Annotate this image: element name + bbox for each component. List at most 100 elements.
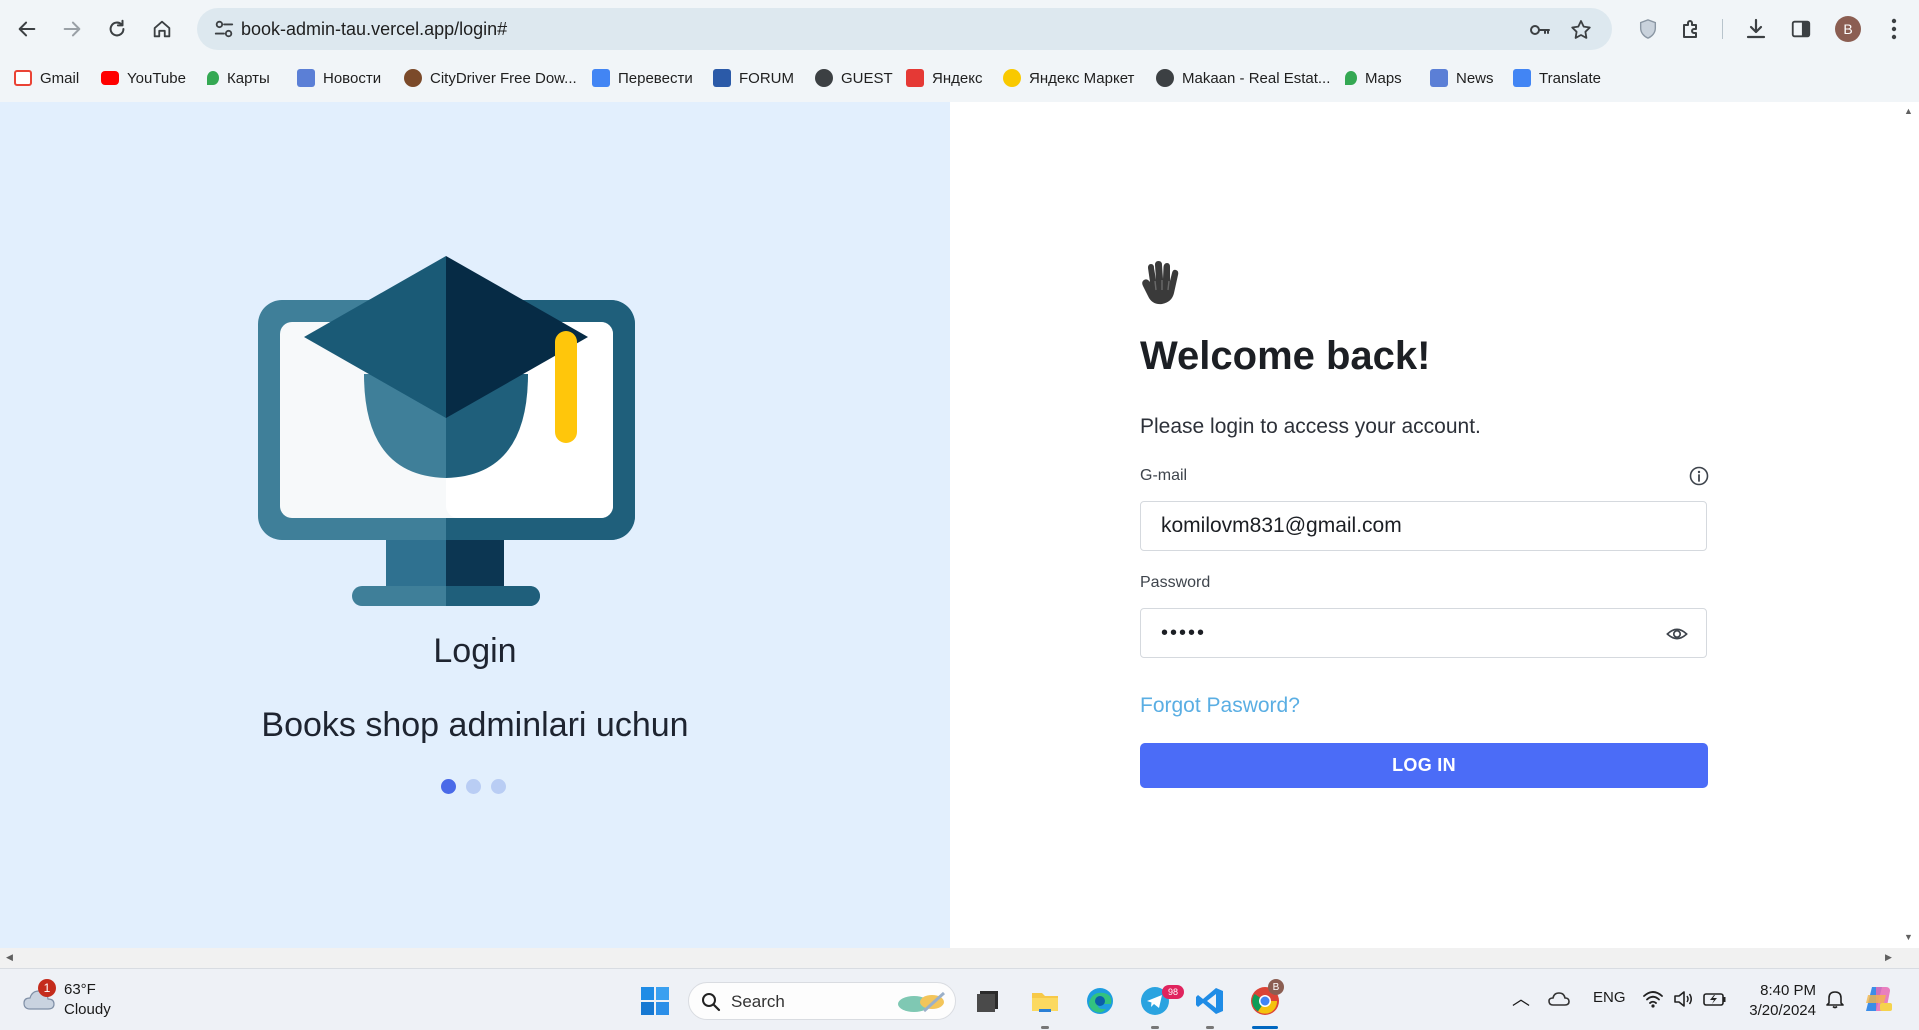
login-button[interactable]: LOG IN bbox=[1140, 743, 1708, 788]
maps-pin-icon bbox=[1345, 71, 1357, 85]
chrome-profile-badge: B bbox=[1268, 979, 1284, 995]
news-icon bbox=[1430, 69, 1448, 87]
waving-hand-icon bbox=[1142, 261, 1179, 305]
windows-taskbar: 1 63°F Cloudy Search B ︿ ENG 8:40 PM 3/2… bbox=[0, 968, 1919, 1030]
bookmark-karty[interactable]: Карты bbox=[207, 66, 270, 90]
vertical-scrollbar[interactable]: ▲ ▼ bbox=[1899, 102, 1919, 948]
password-field[interactable]: ••••• bbox=[1140, 608, 1707, 658]
weather-condition: Cloudy bbox=[64, 1001, 111, 1018]
forum-icon bbox=[713, 69, 731, 87]
bookmark-citydriver[interactable]: CityDriver Free Dow... bbox=[404, 66, 577, 90]
bookmark-gmail[interactable]: Gmail bbox=[14, 66, 79, 90]
scroll-up-icon[interactable]: ▲ bbox=[1904, 106, 1913, 116]
bookmark-star-icon[interactable] bbox=[1569, 18, 1593, 42]
tray-chevron-up-icon[interactable]: ︿ bbox=[1512, 985, 1530, 1011]
bookmark-makaan[interactable]: Makaan - Real Estat... bbox=[1156, 66, 1330, 90]
battery-charging-icon[interactable] bbox=[1703, 991, 1727, 1007]
windows-start-icon[interactable] bbox=[640, 986, 670, 1016]
bookmark-maps[interactable]: Maps bbox=[1345, 66, 1402, 90]
address-bar[interactable]: book-admin-tau.vercel.app/login# bbox=[197, 8, 1612, 50]
citydriver-icon bbox=[404, 69, 422, 87]
shield-icon bbox=[1639, 19, 1657, 39]
email-label: G-mail bbox=[1140, 467, 1188, 484]
bookmark-forum[interactable]: FORUM bbox=[713, 66, 794, 90]
login-form-panel: Welcome back! Please login to access you… bbox=[950, 102, 1899, 948]
intro-panel: Login Books shop adminlari uchun bbox=[0, 102, 950, 948]
extensions-button[interactable] bbox=[1677, 15, 1705, 43]
yandex-market-icon bbox=[1003, 69, 1021, 87]
reload-button[interactable] bbox=[99, 11, 135, 47]
carousel-dot-1[interactable] bbox=[441, 779, 456, 794]
email-field[interactable] bbox=[1141, 502, 1706, 550]
translate-icon bbox=[1513, 69, 1531, 87]
bookmark-yandex[interactable]: Яндекс bbox=[906, 66, 982, 90]
globe-icon bbox=[1156, 69, 1174, 87]
bookmark-news[interactable]: News bbox=[1430, 66, 1494, 90]
language-indicator[interactable]: ENG bbox=[1593, 989, 1626, 1006]
bookmark-guest[interactable]: GUEST bbox=[815, 66, 893, 90]
forward-button[interactable] bbox=[54, 11, 90, 47]
home-icon bbox=[153, 20, 171, 38]
password-label: Password bbox=[1140, 574, 1211, 591]
copilot-icon[interactable] bbox=[1862, 983, 1894, 1015]
bookmarks-bar: Gmail YouTube Карты Новости CityDriver F… bbox=[0, 62, 1919, 92]
arrow-right-icon bbox=[63, 21, 81, 37]
home-button[interactable] bbox=[144, 11, 180, 47]
scroll-right-icon[interactable]: ▶ bbox=[1885, 952, 1892, 963]
side-panel-button[interactable] bbox=[1787, 15, 1815, 43]
wifi-icon[interactable] bbox=[1643, 990, 1663, 1008]
intro-title: Login bbox=[433, 632, 517, 670]
horizontal-scrollbar[interactable]: ◀ ▶ bbox=[0, 948, 1919, 968]
gmail-icon bbox=[14, 70, 32, 86]
bookmark-youtube[interactable]: YouTube bbox=[101, 66, 186, 90]
edge-icon bbox=[1087, 988, 1113, 1014]
carousel-dot-2[interactable] bbox=[466, 779, 481, 794]
search-highlight-icon bbox=[898, 991, 946, 1013]
more-vertical-icon bbox=[1891, 18, 1897, 40]
task-view-icon bbox=[977, 991, 998, 1012]
bookmark-translate[interactable]: Translate bbox=[1513, 66, 1601, 90]
scroll-left-icon[interactable]: ◀ bbox=[6, 952, 13, 963]
reload-icon bbox=[109, 19, 125, 37]
volume-icon[interactable] bbox=[1673, 990, 1693, 1008]
url-text[interactable]: book-admin-tau.vercel.app/login# bbox=[241, 19, 507, 40]
arrow-left-icon bbox=[18, 21, 36, 37]
taskbar-app-explorer[interactable] bbox=[1027, 983, 1063, 1019]
search-label: Search bbox=[731, 992, 785, 1011]
info-icon[interactable] bbox=[1689, 466, 1709, 486]
taskbar-app-taskview[interactable] bbox=[970, 983, 1006, 1019]
clock-time: 8:40 PM bbox=[1760, 982, 1816, 999]
notification-bell-icon[interactable] bbox=[1825, 989, 1845, 1009]
taskbar-search[interactable]: Search bbox=[688, 982, 956, 1020]
side-panel-icon bbox=[1791, 20, 1811, 38]
carousel-dots bbox=[441, 779, 506, 794]
telegram-unread-badge: 98 bbox=[1162, 985, 1184, 999]
taskbar-app-edge[interactable] bbox=[1082, 983, 1118, 1019]
site-settings-icon[interactable] bbox=[213, 18, 235, 40]
weather-notification-badge: 1 bbox=[38, 979, 56, 997]
folder-icon bbox=[1032, 993, 1058, 1012]
scroll-down-icon[interactable]: ▼ bbox=[1904, 932, 1913, 942]
extension-shield-button[interactable] bbox=[1634, 15, 1662, 43]
clock-date: 3/20/2024 bbox=[1749, 1002, 1816, 1019]
back-button[interactable] bbox=[9, 11, 45, 47]
browser-toolbar: book-admin-tau.vercel.app/login# B bbox=[0, 0, 1919, 58]
carousel-dot-3[interactable] bbox=[491, 779, 506, 794]
onedrive-cloud-icon[interactable] bbox=[1548, 991, 1570, 1007]
system-clock[interactable]: 8:40 PM 3/20/2024 bbox=[1740, 981, 1816, 1021]
forgot-password-link[interactable]: Forgot Pasword? bbox=[1140, 694, 1300, 718]
profile-avatar[interactable]: B bbox=[1835, 16, 1861, 42]
bookmark-perevesti[interactable]: Перевести bbox=[592, 66, 693, 90]
password-mask: ••••• bbox=[1161, 622, 1207, 644]
taskbar-app-vscode[interactable] bbox=[1192, 983, 1228, 1019]
downloads-button[interactable] bbox=[1742, 15, 1770, 43]
eye-icon[interactable] bbox=[1666, 623, 1688, 645]
yandex-icon bbox=[906, 69, 924, 87]
bookmark-yandex-market[interactable]: Яндекс Маркет bbox=[1003, 66, 1134, 90]
browser-menu-button[interactable] bbox=[1880, 15, 1908, 43]
youtube-icon bbox=[101, 71, 119, 85]
login-prompt: Please login to access your account. bbox=[1140, 415, 1481, 438]
vscode-icon bbox=[1196, 988, 1223, 1014]
password-key-icon[interactable] bbox=[1528, 18, 1552, 42]
bookmark-novosti[interactable]: Новости bbox=[297, 66, 381, 90]
